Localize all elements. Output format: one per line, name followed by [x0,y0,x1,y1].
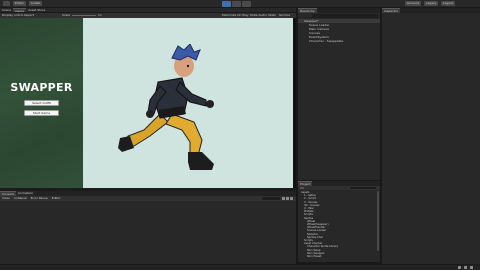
console-error-pause-toggle[interactable]: Error Pause [31,196,48,201]
character-front-leg [165,113,203,157]
step-button[interactable] [242,1,251,7]
play-button[interactable] [222,1,231,7]
character-front-boot [188,152,214,170]
tab-hierarchy[interactable]: Hierarchy [298,8,317,13]
project-scrollbar[interactable] [377,191,379,251]
character-front-hand [206,100,214,108]
status-bar [0,264,480,270]
scale-slider[interactable] [72,15,96,16]
hierarchy-item[interactable]: Character - Swappable [298,39,380,43]
character-eye [186,64,190,68]
layers-dropdown[interactable]: Layers [424,1,439,6]
viewport-right-edge [293,18,296,188]
toolbar-left-group: Editor Collab [3,1,43,6]
console-panel: Console Animation Clear Collapse Error P… [0,191,296,270]
warning-filter-icon[interactable] [286,197,289,200]
maximize-toggle[interactable]: Maximize On Play [222,13,249,17]
main-toolbar: Editor Collab Account Layers Layout [0,0,480,8]
aspect-dropdown[interactable]: 16:9 Aspect [16,13,34,17]
error-filter-icon[interactable] [290,197,293,200]
hierarchy-search[interactable] [312,14,378,18]
layout-dropdown[interactable]: Layout [441,1,456,6]
console-clear-button[interactable]: Clear [2,196,10,201]
character-back-hand [146,110,154,118]
pause-button[interactable] [232,1,241,7]
project-tree: Assets 1 - Setup 2 - Script 3 - Scenes 3… [298,191,376,261]
inspector-panel: Inspector [381,8,480,270]
game-viewport[interactable]: SWAPPER Select Outfit Start Game [0,18,296,188]
tab-asset-store[interactable]: Asset Store [26,8,48,12]
toolbar-menu-2[interactable]: Collab [28,1,43,6]
console-collapse-toggle[interactable]: Collapse [14,196,27,201]
status-icon[interactable] [458,266,461,269]
console-filter-icons [282,197,293,200]
add-asset-button[interactable] [300,187,304,189]
hierarchy-panel: Hierarchy Swapper* Scene Loader Main Cam… [298,8,380,180]
mute-audio-toggle[interactable]: Mute Audio [250,13,267,17]
status-icon[interactable] [470,266,473,269]
select-outfit-button[interactable]: Select Outfit [24,100,59,106]
character-sprite [118,44,214,170]
inspector-tab-strip: Inspector [382,8,480,13]
start-game-button[interactable]: Start Game [24,110,59,116]
console-toolbar: Clear Collapse Error Pause Editor [0,196,296,201]
game-title: SWAPPER [10,81,73,94]
console-search-input[interactable] [262,197,280,200]
display-dropdown[interactable]: Display 1 [2,13,16,17]
hierarchy-tab-strip: Hierarchy [298,8,380,13]
gizmos-dropdown[interactable]: Gizmos [279,13,290,17]
stats-toggle[interactable]: Stats [268,13,276,17]
scale-value: 1x [98,13,102,17]
toolbar-right-group: Account Layers Layout [405,1,456,6]
tab-inspector[interactable]: Inspector [382,8,400,13]
account-dropdown[interactable]: Account [405,1,422,6]
project-toolbar [298,186,380,190]
project-item[interactable]: Skin Preset [298,255,376,258]
toolbar-menu-0[interactable] [3,1,10,6]
project-panel: Project Assets 1 - Setup 2 - Script 3 - … [298,180,380,262]
tab-game[interactable]: Game [13,8,27,13]
console-editor-dropdown[interactable]: Editor [52,196,61,201]
hierarchy-list: Swapper* Scene Loader Main Camera Canvas… [298,19,380,79]
scale-label: Scale [62,13,71,17]
tab-scene[interactable]: Scene [0,8,14,12]
menu-panel: SWAPPER Select Outfit Start Game [0,18,83,188]
info-filter-icon[interactable] [282,197,285,200]
status-icon[interactable] [464,266,467,269]
project-search[interactable] [350,187,376,189]
toolbar-menu-1[interactable]: Editor [13,1,26,6]
toolbar-center-group [222,1,251,7]
